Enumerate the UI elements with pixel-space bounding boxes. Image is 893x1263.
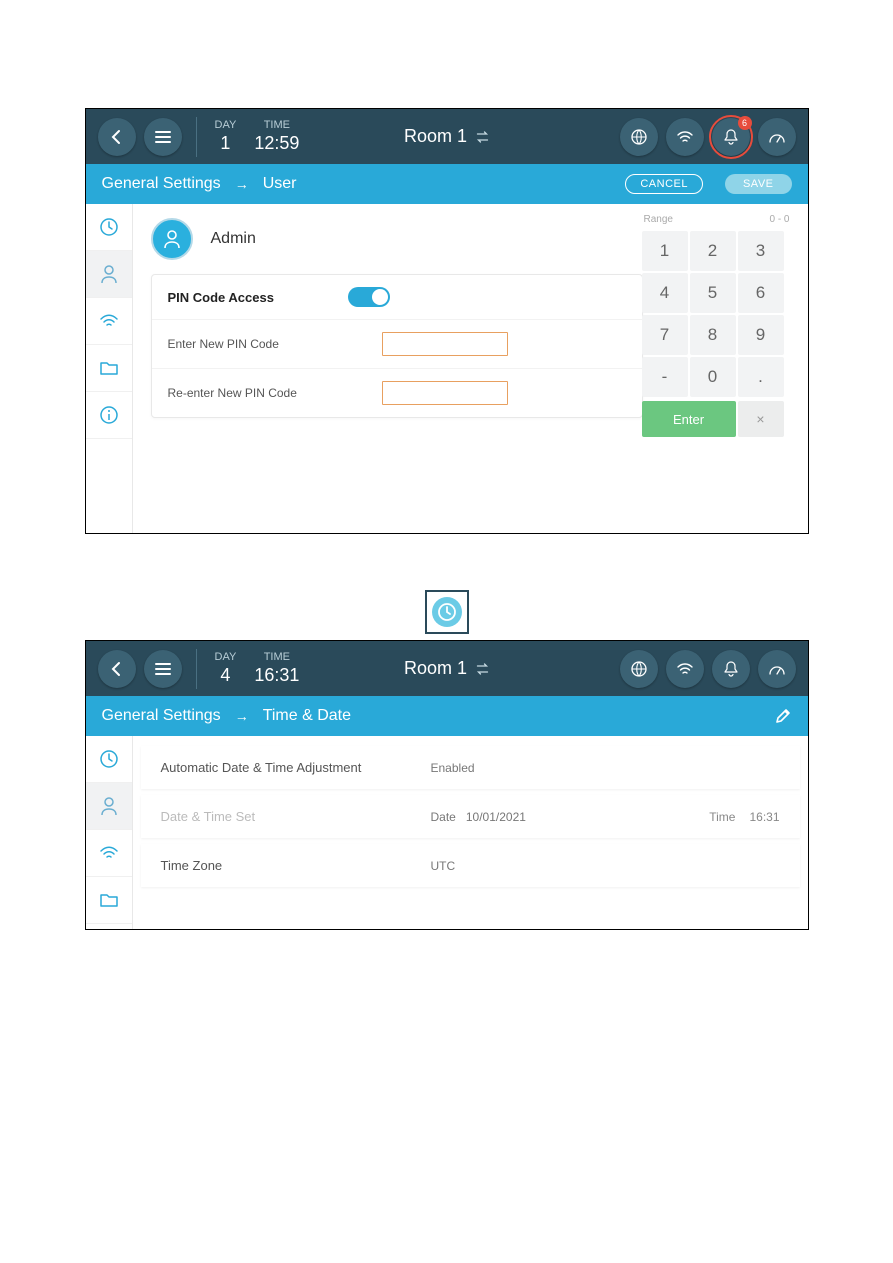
time-value: 16:31 xyxy=(254,664,299,687)
reenter-pin-label: Re-enter New PIN Code xyxy=(168,386,368,400)
divider xyxy=(196,117,197,157)
breadcrumb-bar: General Settings → Time & Date xyxy=(86,696,808,736)
key-8[interactable]: 8 xyxy=(690,315,736,355)
room-selector[interactable]: Room 1 xyxy=(404,126,489,147)
reenter-pin-input[interactable] xyxy=(382,381,508,405)
save-button[interactable]: SAVE xyxy=(725,174,792,194)
back-button[interactable] xyxy=(98,650,136,688)
swap-icon xyxy=(475,663,489,675)
breadcrumb-bar: General Settings → User CANCEL SAVE xyxy=(86,164,808,204)
menu-button[interactable] xyxy=(144,650,182,688)
row-datetime-set[interactable]: Date & Time Set Date 10/01/2021 Time 16:… xyxy=(141,795,800,838)
cancel-button[interactable]: CANCEL xyxy=(625,174,703,194)
day-value: 4 xyxy=(220,664,230,687)
pin-access-toggle[interactable] xyxy=(348,287,390,307)
day-time-display: DAY4 TIME16:31 xyxy=(215,650,300,688)
date-value: 10/01/2021 xyxy=(466,810,526,824)
key-1[interactable]: 1 xyxy=(642,231,688,271)
sidebar-item-folder[interactable] xyxy=(86,345,132,392)
auto-adjust-label: Automatic Date & Time Adjustment xyxy=(161,760,431,775)
notifications-button[interactable] xyxy=(712,650,750,688)
notifications-button[interactable]: 6 xyxy=(712,118,750,156)
row-timezone[interactable]: Time Zone UTC xyxy=(141,844,800,887)
wifi-button[interactable] xyxy=(666,650,704,688)
clock-tab-icon xyxy=(425,590,469,634)
breadcrumb-root: General Settings xyxy=(102,707,221,725)
gauge-button[interactable] xyxy=(758,650,796,688)
back-button[interactable] xyxy=(98,118,136,156)
day-time-display: DAY1 TIME12:59 xyxy=(215,118,300,156)
datetime-set-label: Date & Time Set xyxy=(161,809,431,824)
range-label: Range xyxy=(644,214,673,225)
wifi-button[interactable] xyxy=(666,118,704,156)
sidebar xyxy=(86,204,133,533)
user-avatar-icon xyxy=(151,218,193,260)
breadcrumb-leaf: User xyxy=(263,175,297,193)
time-label: TIME xyxy=(264,650,290,664)
content-area: Automatic Date & Time Adjustment Enabled… xyxy=(133,736,808,929)
timezone-label: Time Zone xyxy=(161,858,431,873)
sidebar-item-time[interactable] xyxy=(86,736,132,783)
sidebar-item-wifi[interactable] xyxy=(86,298,132,345)
edit-button[interactable] xyxy=(774,707,792,725)
pin-access-label: PIN Code Access xyxy=(168,290,274,305)
notification-badge: 6 xyxy=(738,116,752,130)
sidebar-item-info[interactable] xyxy=(86,392,132,439)
key-5[interactable]: 5 xyxy=(690,273,736,313)
sidebar-item-folder[interactable] xyxy=(86,877,132,924)
row-auto-adjust[interactable]: Automatic Date & Time Adjustment Enabled xyxy=(141,746,800,789)
sidebar-item-user[interactable] xyxy=(86,783,132,830)
user-name: Admin xyxy=(211,230,256,248)
range-value: 0 - 0 xyxy=(769,214,789,225)
swap-icon xyxy=(475,131,489,143)
key-minus[interactable]: - xyxy=(642,357,688,397)
key-7[interactable]: 7 xyxy=(642,315,688,355)
key-dot[interactable]: . xyxy=(738,357,784,397)
time-value: 16:31 xyxy=(749,810,779,824)
keypad: Range 0 - 0 1 2 3 4 5 6 7 8 9 - 0 . xyxy=(642,214,792,437)
sidebar-item-user[interactable] xyxy=(86,251,132,298)
breadcrumb-root: General Settings xyxy=(102,175,221,193)
time-value: 12:59 xyxy=(254,132,299,155)
date-label: Date xyxy=(431,810,456,824)
key-3[interactable]: 3 xyxy=(738,231,784,271)
screenshot-user-settings: DAY1 TIME12:59 Room 1 6 General Settings… xyxy=(85,108,809,534)
divider xyxy=(196,649,197,689)
chevron-right-icon: → xyxy=(235,176,249,192)
key-backspace[interactable]: × xyxy=(738,401,784,437)
enter-pin-label: Enter New PIN Code xyxy=(168,337,368,351)
key-6[interactable]: 6 xyxy=(738,273,784,313)
breadcrumb-leaf: Time & Date xyxy=(263,707,351,725)
time-label: TIME xyxy=(264,118,290,132)
day-label: DAY xyxy=(215,118,237,132)
header-bar: DAY4 TIME16:31 Room 1 xyxy=(86,641,808,696)
chevron-right-icon: → xyxy=(235,708,249,724)
day-value: 1 xyxy=(220,132,230,155)
key-9[interactable]: 9 xyxy=(738,315,784,355)
time-label: Time xyxy=(709,810,735,824)
auto-adjust-value: Enabled xyxy=(431,761,475,775)
day-label: DAY xyxy=(215,650,237,664)
key-4[interactable]: 4 xyxy=(642,273,688,313)
room-selector[interactable]: Room 1 xyxy=(404,658,489,679)
content-area: Admin PIN Code Access Enter New PIN Code… xyxy=(133,204,808,533)
globe-button[interactable] xyxy=(620,650,658,688)
room-selector-label: Room 1 xyxy=(404,658,467,679)
globe-button[interactable] xyxy=(620,118,658,156)
gauge-button[interactable] xyxy=(758,118,796,156)
key-2[interactable]: 2 xyxy=(690,231,736,271)
header-bar: DAY1 TIME12:59 Room 1 6 xyxy=(86,109,808,164)
key-0[interactable]: 0 xyxy=(690,357,736,397)
room-nameector-label: Room 1 xyxy=(404,126,467,147)
screenshot-time-date: DAY4 TIME16:31 Room 1 General Settings →… xyxy=(85,640,809,930)
timezone-value: UTC xyxy=(431,859,456,873)
sidebar xyxy=(86,736,133,929)
key-enter[interactable]: Enter xyxy=(642,401,736,437)
enter-pin-input[interactable] xyxy=(382,332,508,356)
pin-card: PIN Code Access Enter New PIN Code Re-en… xyxy=(151,274,643,418)
menu-button[interactable] xyxy=(144,118,182,156)
sidebar-item-wifi[interactable] xyxy=(86,830,132,877)
sidebar-item-time[interactable] xyxy=(86,204,132,251)
